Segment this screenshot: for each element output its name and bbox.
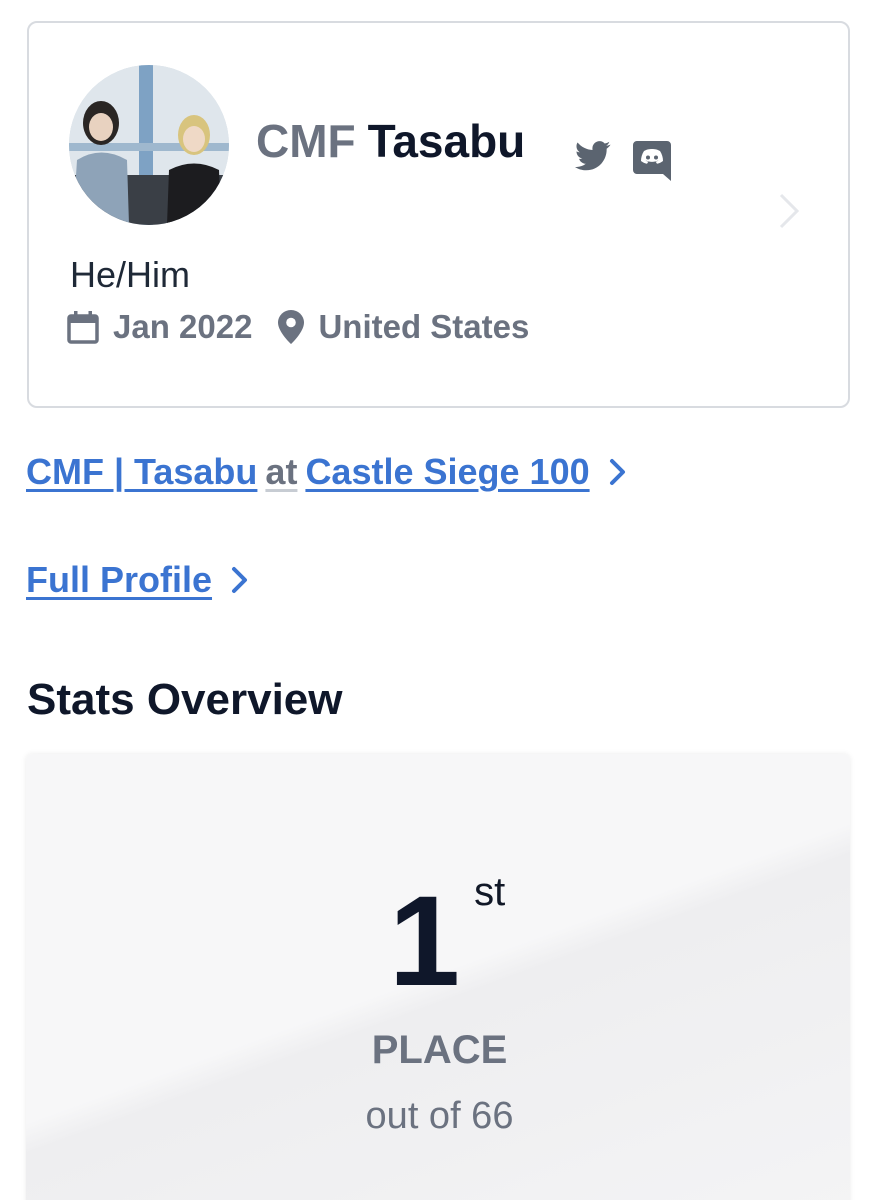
profile-name: CMF Tasabu (256, 115, 525, 167)
full-profile-link[interactable]: Full Profile (26, 556, 212, 604)
stats-overview-heading: Stats Overview (27, 675, 343, 724)
profile-card[interactable]: CMF Tasabu He/Him Jan 2022 United States (27, 21, 850, 408)
profile-meta: Jan 2022 United States (67, 307, 529, 347)
chevron-right-icon[interactable] (230, 565, 250, 595)
player-team-link[interactable]: CMF | Tasabu (26, 448, 257, 496)
chevron-right-icon[interactable] (777, 191, 801, 236)
avatar (69, 65, 229, 225)
out-of-total: out of 66 (365, 1095, 514, 1137)
pronouns: He/Him (70, 254, 191, 295)
at-text: at (265, 451, 298, 492)
team-event-link: CMF | Tasabu at Castle Siege 100 (26, 448, 628, 496)
chevron-right-icon[interactable] (608, 457, 628, 487)
page: CMF Tasabu He/Him Jan 2022 United States… (0, 0, 879, 1200)
place-number: 1st (388, 870, 506, 1013)
location-pin-icon (278, 310, 305, 344)
location: United States (318, 308, 530, 345)
join-date: Jan 2022 (113, 308, 253, 345)
place-suffix: st (474, 870, 506, 914)
calendar-icon (67, 310, 99, 344)
twitter-icon[interactable] (575, 141, 611, 171)
team-prefix: CMF (256, 115, 356, 167)
event-link[interactable]: Castle Siege 100 (305, 448, 589, 496)
place-label: PLACE (371, 1028, 508, 1072)
placement: 1st (0, 870, 879, 1013)
player-handle: Tasabu (367, 115, 526, 167)
full-profile-link-row: Full Profile (26, 556, 250, 604)
discord-icon[interactable] (633, 141, 671, 181)
